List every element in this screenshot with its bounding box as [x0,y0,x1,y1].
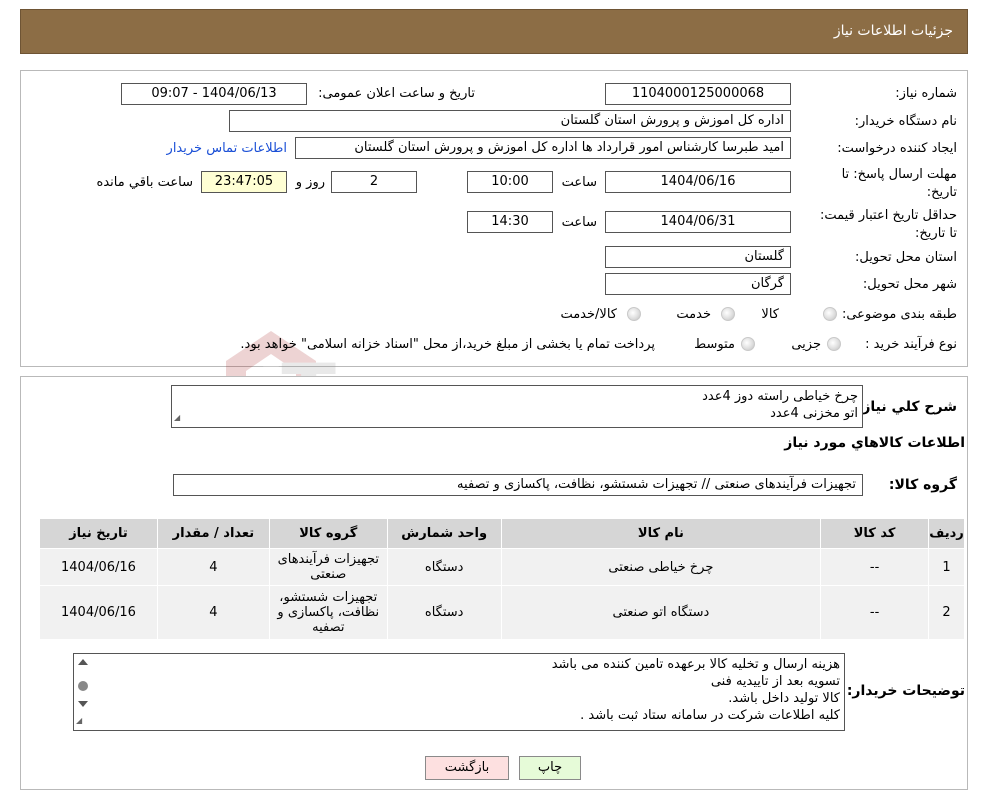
announce-label: تاریخ و ساعت اعلان عمومی: [318,86,475,101]
buyer-notes-label: توضیحات خریدار: [846,683,965,699]
cell-goods-group: تجهیزات فرآیندهای صنعتی [268,548,388,586]
cell-need-date: 1404/06/16 [39,548,158,586]
cell-unit: دستگاه [386,548,502,586]
table-row: 1 -- چرخ خیاطی صنعتی دستگاه تجهیزات فرآی… [39,548,965,586]
province-field: گلستان [605,246,791,268]
scroll-thumb-icon [78,681,88,691]
goods-panel: شرح کلي نیاز: چرخ خیاطی راسته دوز 4عدد ا… [20,376,968,790]
cell-goods-code: -- [820,585,930,640]
back-button[interactable]: بازگشت [425,756,509,780]
deadline-date-field: 1404/06/16 [605,171,791,193]
announce-datetime-field: 1404/06/13 - 09:07 [121,83,307,105]
goods-group-label: گروه کالا: [888,477,957,493]
general-description-textarea[interactable]: چرخ خیاطی راسته دوز 4عدد اتو مخزنی 4عدد … [171,385,863,428]
price-validity-time-label: ساعت [561,215,597,230]
need-number-label: شماره نیاز: [895,86,957,101]
process-minor-radio[interactable] [827,337,841,351]
resize-grip-icon[interactable]: ◢ [174,409,180,426]
days-remaining-field: 2 [331,171,417,193]
buyer-notes-line: هزینه ارسال و تخلیه کالا برعهده تامین کن… [551,657,840,672]
process-medium-label: متوسط [694,337,735,352]
cell-unit: دستگاه [386,585,502,640]
col-goods-code: کد کالا [820,518,930,549]
scroll-up-icon [78,659,88,665]
table-row: 2 -- دستگاه اتو صنعتی دستگاه تجهیزات شست… [39,585,965,640]
city-label: شهر محل تحویل: [862,277,957,292]
buyer-contact-link[interactable]: اطلاعات تماس خریدار [167,141,287,156]
process-medium-radio[interactable] [741,337,755,351]
resize-grip-icon[interactable]: ◢ [76,712,82,729]
remaining-time-field: 23:47:05 [201,171,287,193]
requester-label: ایجاد کننده درخواست: [837,141,957,156]
col-goods-group: گروه کالا [268,518,388,549]
price-validity-time-field: 14:30 [467,211,553,233]
buyer-org-field: اداره کل اموزش و پرورش استان گلستان [229,110,791,132]
print-button[interactable]: چاپ [519,756,581,780]
category-service-label: خدمت [676,307,711,322]
cell-quantity: 4 [156,548,270,586]
need-info-panel: AriaTender.neT شماره نیاز: 1104000125000… [20,70,968,440]
col-row-number: ردیف [928,518,965,549]
process-type-label: نوع فرآیند خرید : [865,337,957,352]
buyer-org-label: نام دستگاه خریدار: [854,114,957,129]
price-validity-label: حداقل تاریخ اعتبار قیمت: تا تاریخ: [819,208,957,241]
cell-goods-name: دستگاه اتو صنعتی [500,585,822,640]
col-unit: واحد شمارش [386,518,502,549]
category-goods-service-radio[interactable] [627,307,641,321]
deadline-time-label: ساعت [561,175,597,190]
process-minor-label: جزیی [791,337,821,352]
need-number-field: 1104000125000068 [605,83,791,105]
cell-row-number: 1 [928,548,965,586]
category-label: طبقه بندی موضوعی: [841,307,957,322]
price-validity-date-field: 1404/06/31 [605,211,791,233]
process-payment-note: پرداخت تمام یا بخشی از مبلغ خرید،از محل … [240,337,655,352]
province-label: استان محل تحویل: [855,250,957,265]
general-description-label: شرح کلي نیاز: [856,399,957,415]
category-service-radio[interactable] [721,307,735,321]
cell-row-number: 2 [928,585,965,640]
cell-goods-group: تجهیزات شستشو، نظافت، پاکسازی و تصفیه [268,585,388,640]
page-title: جزئیات اطلاعات نیاز [833,23,953,39]
col-goods-name: نام کالا [500,518,822,549]
category-goods-label: کالا [761,307,779,322]
requester-field: امید طبرسا کارشناس امور قرارداد ها اداره… [295,137,791,159]
general-description-line: اتو مخزنی 4عدد [770,406,858,421]
deadline-label: مهلت ارسال پاسخ: تا تاریخ: [841,167,957,200]
buyer-notes-textarea[interactable]: هزینه ارسال و تخلیه کالا برعهده تامین کن… [73,653,845,731]
goods-table: ردیف کد کالا نام کالا واحد شمارش گروه کا… [39,518,965,640]
buyer-notes-line: کلیه اطلاعات شرکت در سامانه ستاد ثبت باش… [580,708,840,723]
category-goods-service-label: کالا/خدمت [560,307,617,322]
goods-section-title: اطلاعات کالاهاي مورد نیاز [784,435,965,451]
city-field: گرگان [605,273,791,295]
buyer-notes-line: کالا تولید داخل باشد. [728,691,840,706]
goods-group-field: تجهیزات فرآیندهای صنعتی // تجهیزات شستشو… [173,474,863,496]
category-goods-radio[interactable] [823,307,837,321]
col-need-date: تاریخ نیاز [39,518,158,549]
cell-quantity: 4 [156,585,270,640]
scroll-down-icon [78,701,88,707]
remaining-time-label: ساعت باقي مانده [96,175,193,190]
col-quantity: تعداد / مقدار [156,518,270,549]
goods-table-header: ردیف کد کالا نام کالا واحد شمارش گروه کا… [39,518,965,549]
page-header: جزئیات اطلاعات نیاز [20,9,968,54]
days-label: روز و [295,175,325,190]
general-description-line: چرخ خیاطی راسته دوز 4عدد [702,389,858,404]
cell-need-date: 1404/06/16 [39,585,158,640]
cell-goods-name: چرخ خیاطی صنعتی [500,548,822,586]
cell-goods-code: -- [820,548,930,586]
buyer-notes-line: تسویه بعد از تاییدیه فنی [710,674,840,689]
deadline-time-field: 10:00 [467,171,553,193]
